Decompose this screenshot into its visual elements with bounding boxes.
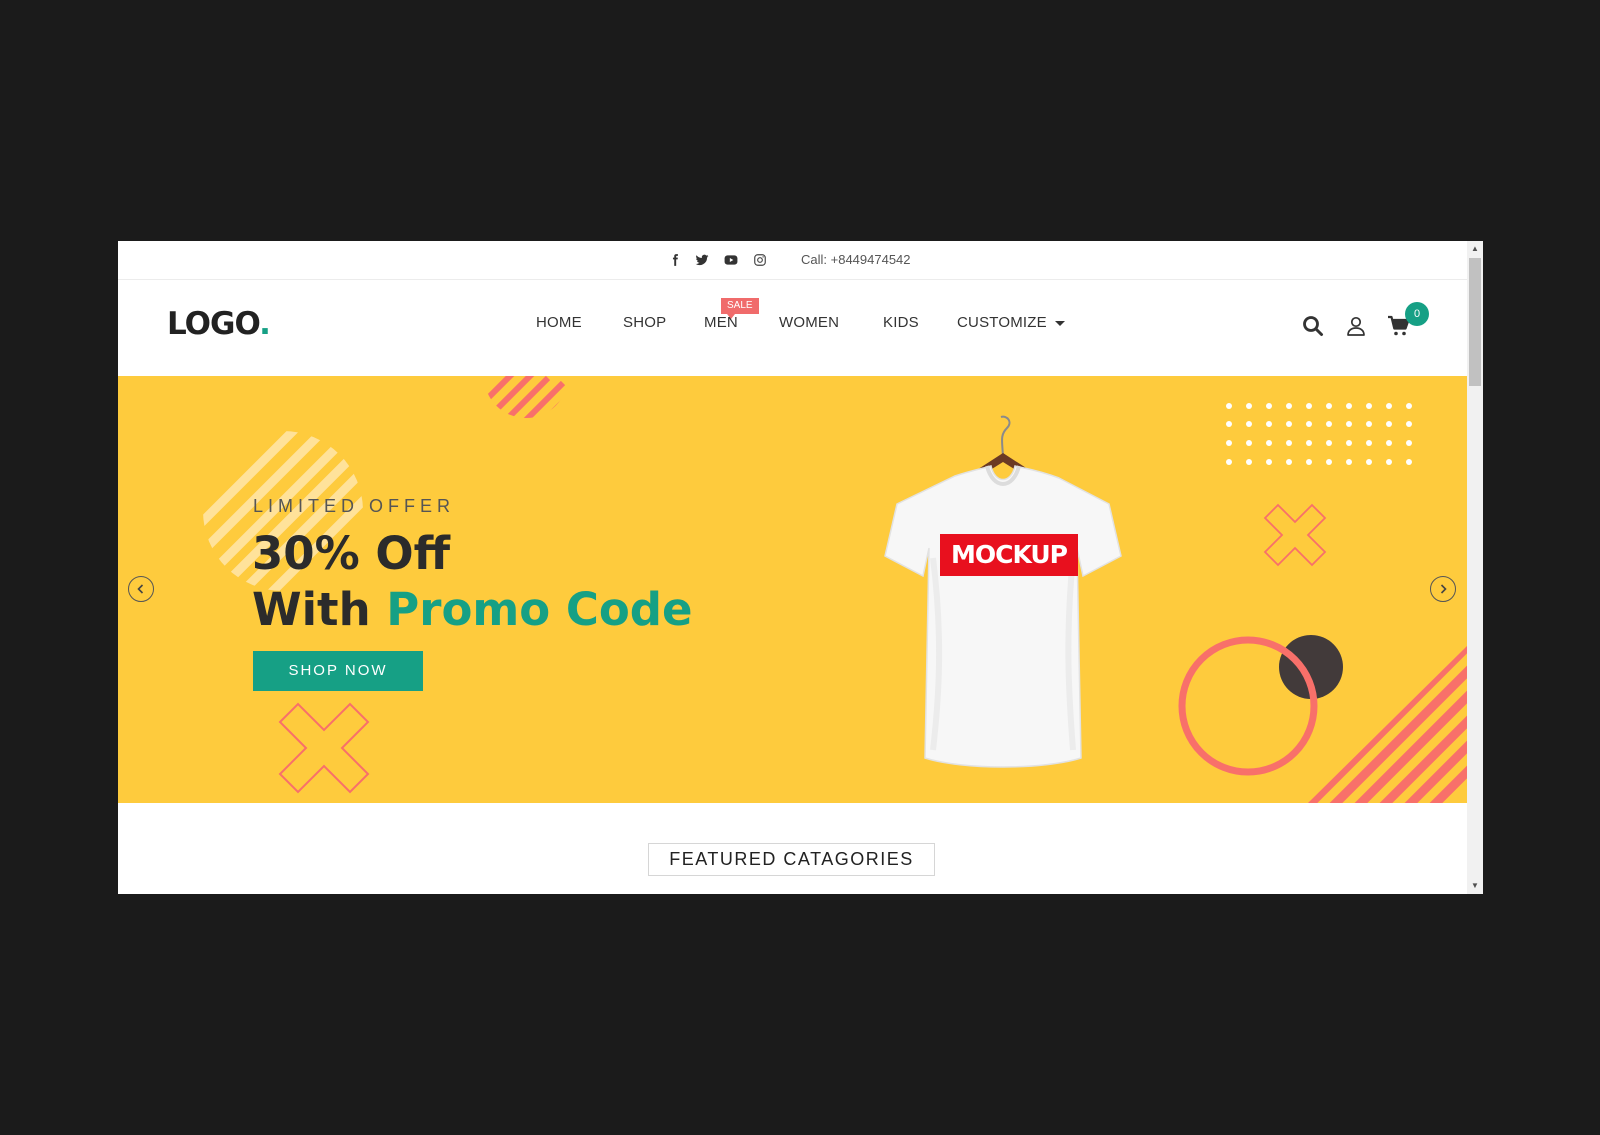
prev-slide-button[interactable] (128, 576, 154, 602)
page: Call: +8449474542 LOGO. HOME SHOP SALE M… (118, 241, 1467, 894)
user-icon[interactable] (1344, 314, 1368, 338)
headline-line-2: With Promo Code (252, 582, 693, 638)
chevron-down-icon (1054, 320, 1065, 326)
chevron-right-icon (1440, 584, 1447, 594)
cart-count-badge: 0 (1405, 302, 1429, 326)
nav-men[interactable]: MEN (704, 314, 738, 331)
headline-line-2-accent: Promo Code (386, 583, 693, 636)
nav-shop[interactable]: SHOP (623, 314, 666, 331)
vertical-scrollbar[interactable]: ▲ ▼ (1467, 241, 1483, 894)
logo-text: LOGO (167, 306, 260, 342)
browser-viewport: Call: +8449474542 LOGO. HOME SHOP SALE M… (118, 241, 1483, 894)
twitter-icon[interactable] (691, 241, 713, 279)
logo[interactable]: LOGO. (167, 306, 271, 342)
hero-banner: MOCKUP LIMITED OFFER 30% Off With Promo … (118, 376, 1467, 803)
hero-headline: 30% Off With Promo Code (252, 526, 693, 638)
sale-badge: SALE (721, 298, 759, 319)
x-shape-decoration-right (1263, 503, 1327, 567)
shirt-print: MOCKUP (940, 534, 1078, 576)
search-icon[interactable] (1301, 314, 1325, 338)
x-shape-decoration-left (278, 702, 370, 794)
nav-kids[interactable]: KIDS (883, 314, 919, 331)
headline-line-1: 30% Off (252, 527, 451, 580)
call-number: Call: +8449474542 (801, 252, 911, 267)
shop-now-button[interactable]: SHOP NOW (253, 651, 423, 691)
chevron-left-icon (137, 584, 144, 594)
featured-categories-heading: FEATURED CATAGORIES (648, 843, 935, 876)
headline-line-2-prefix: With (252, 583, 387, 636)
hero-kicker: LIMITED OFFER (253, 496, 456, 516)
instagram-icon[interactable] (749, 241, 771, 279)
logo-dot: . (259, 306, 271, 342)
tshirt-image (884, 415, 1122, 768)
facebook-icon[interactable] (664, 241, 686, 279)
striped-half-circle-decoration (484, 376, 568, 418)
scroll-up-icon[interactable]: ▲ (1467, 241, 1483, 257)
scrollbar-thumb[interactable] (1469, 258, 1481, 386)
dot-grid-decoration (1226, 403, 1412, 465)
top-bar: Call: +8449474542 (118, 241, 1467, 280)
scroll-down-icon[interactable]: ▼ (1467, 878, 1483, 894)
nav-women[interactable]: WOMEN (779, 314, 839, 331)
nav-customize[interactable]: CUSTOMIZE (957, 314, 1065, 331)
main-header: LOGO. HOME SHOP SALE MEN WOMEN KIDS CUST… (118, 280, 1467, 376)
ring-decoration (1178, 636, 1318, 776)
nav-home[interactable]: HOME (536, 314, 582, 331)
next-slide-button[interactable] (1430, 576, 1456, 602)
nav-customize-label: CUSTOMIZE (957, 314, 1047, 331)
youtube-icon[interactable] (720, 241, 742, 279)
